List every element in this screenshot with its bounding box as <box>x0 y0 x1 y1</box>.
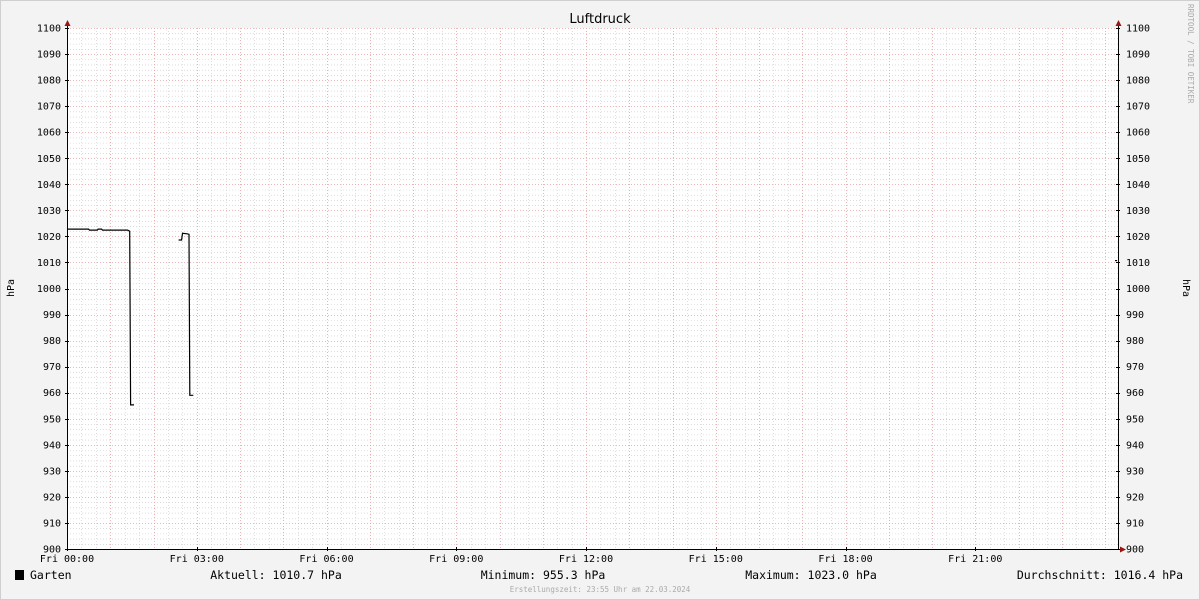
y-tick-label-right: 1040 <box>1126 180 1150 191</box>
y-tick-label-right: 1000 <box>1126 284 1150 295</box>
y-tick-label-right: 1070 <box>1126 102 1150 113</box>
y-tick-label-left: 930 <box>43 466 61 477</box>
y-tick-label-right: 910 <box>1126 518 1144 529</box>
y-axis-arrow-left <box>64 20 71 26</box>
legend-maximum: Maximum: 1023.0 hPa <box>745 568 877 582</box>
y-axis-label-left: hPa <box>6 279 17 297</box>
x-tick-label: Fri 12:00 <box>559 554 613 565</box>
watermark: RRDTOOL / TOBI OETIKER <box>1186 4 1195 104</box>
y-tick-label-left: 970 <box>43 362 61 373</box>
x-tick-label: Fri 18:00 <box>818 554 872 565</box>
chart-title: Luftdruck <box>569 12 631 27</box>
legend-swatch <box>15 570 24 580</box>
y-tick-label-right: 1020 <box>1126 232 1150 243</box>
y-tick-label-right: 1080 <box>1126 76 1150 87</box>
y-tick-label-right: 1100 <box>1126 24 1150 35</box>
x-tick-label: Fri 21:00 <box>948 554 1002 565</box>
y-tick-label-right: 930 <box>1126 466 1144 477</box>
y-axis-label-right: hPa <box>1180 279 1191 297</box>
y-tick-label-left: 990 <box>43 310 61 321</box>
y-tick-label-right: 1010 <box>1126 258 1150 269</box>
y-tick-label-right: 990 <box>1126 310 1144 321</box>
legend-minimum: Minimum: 955.3 hPa <box>481 568 606 582</box>
y-tick-label-right: 970 <box>1126 362 1144 373</box>
y-tick-label-left: 920 <box>43 492 61 503</box>
x-tick-label: Fri 00:00 <box>40 554 94 565</box>
y-tick-label-right: 1030 <box>1126 206 1150 217</box>
y-tick-label-left: 1000 <box>37 284 61 295</box>
y-tick-label-right: 1050 <box>1126 154 1150 165</box>
graph-window: 900 900 910 910 920 920 930 930 940 940 950 950 960 9… <box>0 0 1200 600</box>
y-tick-label-right: 1060 <box>1126 128 1150 139</box>
footer-timestamp: Erstellungszeit: 23:55 Uhr am 22.03.2024 <box>510 585 691 594</box>
y-tick-label-left: 1080 <box>37 76 61 87</box>
x-tick-label: Fri 15:00 <box>689 554 743 565</box>
y-tick-label-left: 980 <box>43 336 61 347</box>
x-tick-label: Fri 09:00 <box>429 554 483 565</box>
y-tick-label-left: 1040 <box>37 180 61 191</box>
y-tick-label-right: 900 <box>1126 545 1144 556</box>
y-tick-label-left: 1010 <box>37 258 61 269</box>
y-tick-label-right: 950 <box>1126 414 1144 425</box>
legend-current: Aktuell: 1010.7 hPa <box>210 568 342 582</box>
x-tick-label: Fri 06:00 <box>299 554 353 565</box>
y-tick-label-right: 940 <box>1126 440 1144 451</box>
y-tick-label-left: 1090 <box>37 50 61 61</box>
y-tick-label-left: 960 <box>43 388 61 399</box>
y-tick-label-right: 980 <box>1126 336 1144 347</box>
y-tick-label-right: 960 <box>1126 388 1144 399</box>
y-tick-label-right: 1090 <box>1126 50 1150 61</box>
y-tick-label-left: 1020 <box>37 232 61 243</box>
y-tick-label-left: 910 <box>43 518 61 529</box>
y-tick-label-left: 1060 <box>37 128 61 139</box>
y-axis-arrow-right <box>1115 20 1122 26</box>
y-tick-label-right: 920 <box>1126 492 1144 503</box>
y-tick-label-left: 1050 <box>37 154 61 165</box>
y-tick-label-left: 950 <box>43 414 61 425</box>
y-tick-label-left: 1100 <box>37 24 61 35</box>
pressure-chart: 900 900910 910920 920930 930940 940950 950960 9… <box>6 4 1195 594</box>
legend-average: Durchschnitt: 1016.4 hPa <box>1017 568 1183 582</box>
y-tick-label-left: 1030 <box>37 206 61 217</box>
x-tick-label: Fri 03:00 <box>170 554 224 565</box>
y-tick-label-left: 1070 <box>37 102 61 113</box>
y-tick-label-left: 940 <box>43 440 61 451</box>
legend-series-name: Garten <box>30 568 72 582</box>
